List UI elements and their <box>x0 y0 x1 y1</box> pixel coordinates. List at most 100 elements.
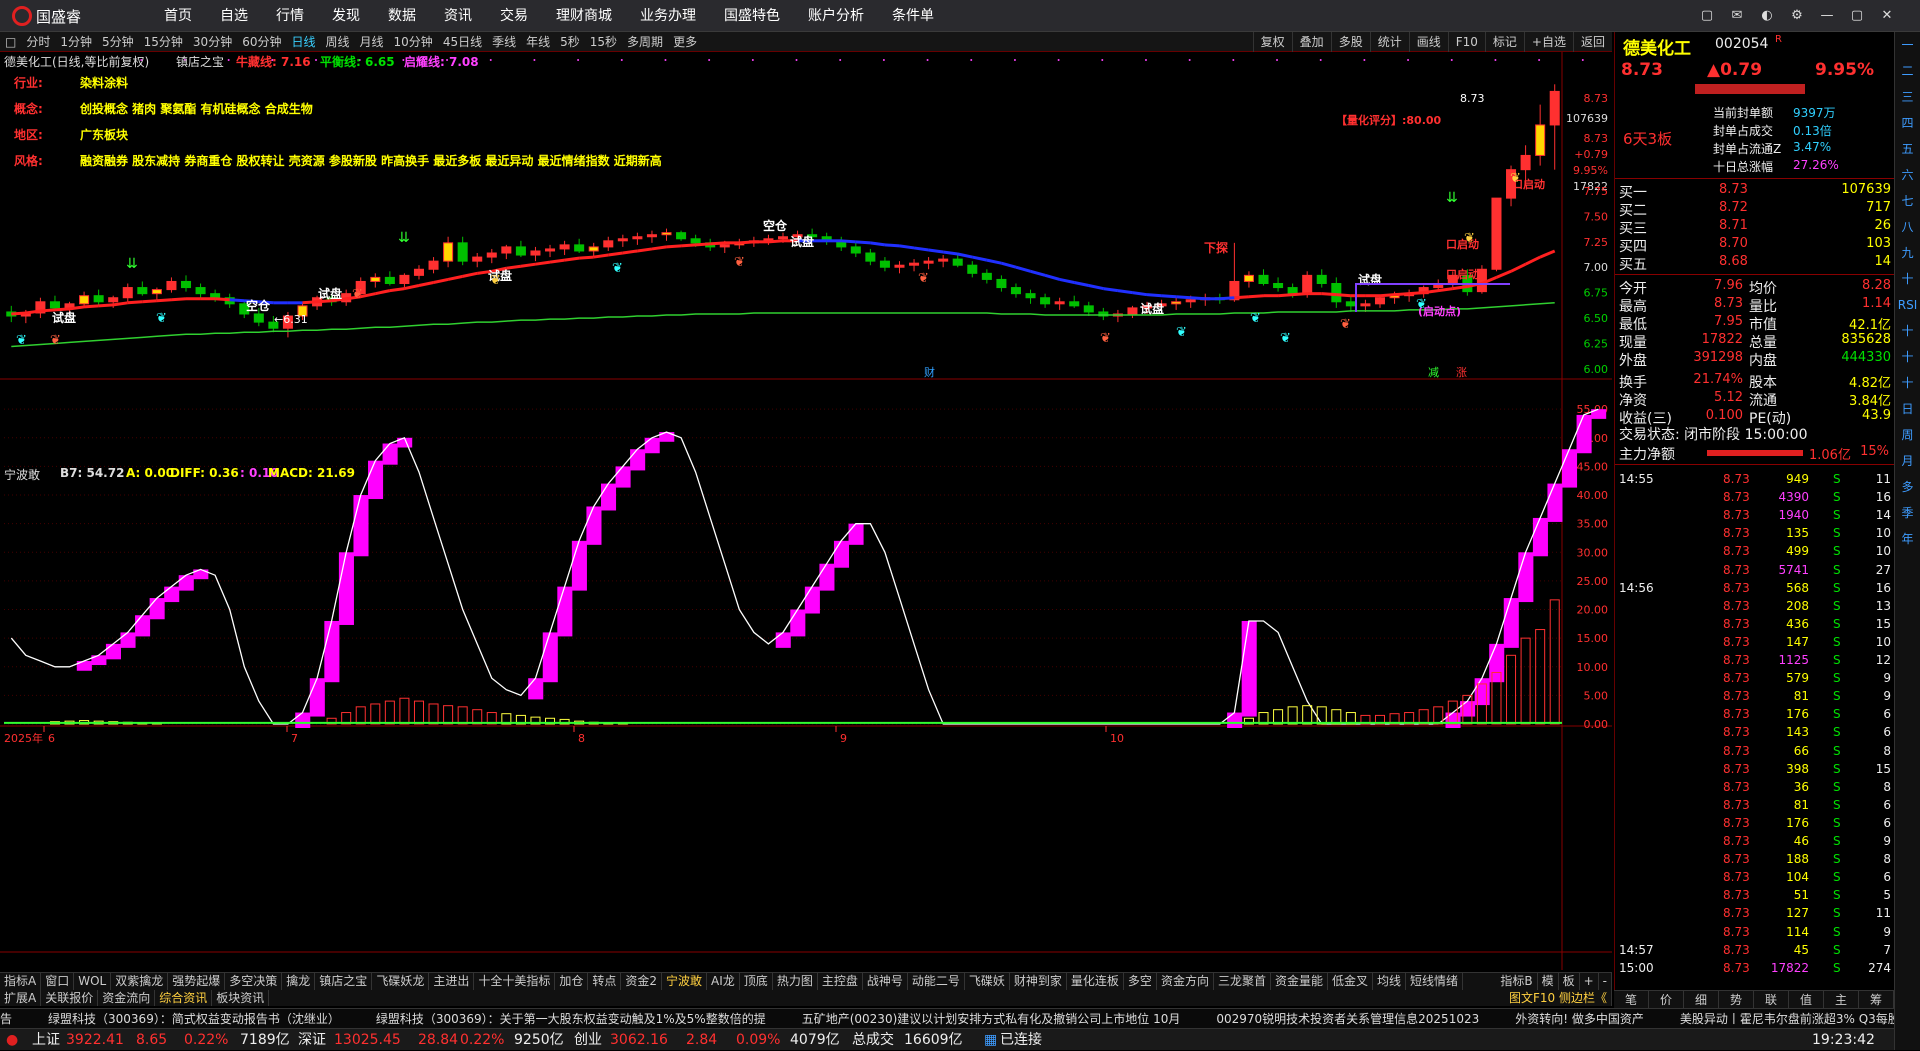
period-tab-11[interactable]: 季线 <box>487 33 521 50</box>
candle[interactable] <box>486 248 497 264</box>
mail-icon[interactable]: ✉ <box>1726 6 1748 26</box>
indicator-tab-29[interactable]: 均线 <box>1373 973 1407 990</box>
news-item[interactable]: 绿盟科技（300369）：简式权益变动报告书（沈继业） <box>48 1012 340 1026</box>
news-item[interactable]: 绿盟科技（300369）：关于第一大股东权益变动触及1%及5%整数倍的提 <box>376 1012 766 1026</box>
candle[interactable] <box>574 238 585 254</box>
indicator-tab-1[interactable]: 窗口 <box>41 973 75 990</box>
candle[interactable] <box>1025 289 1036 304</box>
indicator-tab-27[interactable]: 资金量能 <box>1271 973 1328 990</box>
indicator-tab-9[interactable]: 主进出 <box>429 973 475 990</box>
candle[interactable] <box>1069 295 1080 308</box>
candle[interactable] <box>1258 269 1269 286</box>
menu-item-5[interactable]: 资讯 <box>430 0 486 32</box>
period-tab-7[interactable]: 周线 <box>321 33 355 50</box>
indicator-tab-12[interactable]: 转点 <box>588 973 622 990</box>
lower-indicator-name[interactable]: 宁波敢 <box>4 466 40 483</box>
candle[interactable] <box>661 228 672 241</box>
chart-tool-4[interactable]: 画线 <box>1408 32 1448 52</box>
indicator-tab-20[interactable]: 动能二号 <box>908 973 965 990</box>
indicator-tab-28[interactable]: 低金叉 <box>1328 973 1373 990</box>
sidebar-icon-19[interactable]: 年 <box>1895 526 1920 552</box>
news-item[interactable]: 外资转向! 做多中国资产 <box>1515 1012 1644 1026</box>
news-item[interactable]: 五矿地产(00230)建议以计划安排方式私有化及撤销公司上市地位 10月 <box>802 1012 1181 1026</box>
candle[interactable] <box>384 271 395 286</box>
candle[interactable] <box>93 289 104 306</box>
candle[interactable] <box>472 253 483 268</box>
candle[interactable] <box>763 234 774 245</box>
menu-item-0[interactable]: 首页 <box>150 0 206 32</box>
quote-tab-6[interactable]: 主 <box>1824 991 1859 1008</box>
candle[interactable] <box>1404 289 1415 302</box>
ext-tab-4[interactable]: 板块资讯 <box>212 990 270 1006</box>
menu-item-3[interactable]: 发现 <box>318 0 374 32</box>
candle[interactable] <box>49 295 60 310</box>
candle[interactable] <box>1331 277 1342 308</box>
candle[interactable] <box>530 246 541 262</box>
candle[interactable] <box>443 236 454 268</box>
indicator-tab-4[interactable]: 强势起爆 <box>168 973 226 990</box>
candle[interactable] <box>515 240 526 258</box>
candle[interactable] <box>1171 297 1182 310</box>
indicator-tab-19[interactable]: 战神号 <box>863 973 908 990</box>
indicator-right-tab-4[interactable]: - <box>1599 973 1612 990</box>
candle[interactable] <box>996 275 1007 292</box>
indicator-tab-6[interactable]: 擒龙 <box>282 973 316 990</box>
candle[interactable] <box>370 273 381 288</box>
candle[interactable] <box>122 283 133 302</box>
quote-tab-4[interactable]: 联 <box>1754 991 1789 1008</box>
candle[interactable] <box>676 230 687 241</box>
chart-tool-8[interactable]: 返回 <box>1572 32 1612 52</box>
candle[interactable] <box>909 259 920 272</box>
indicator-tab-24[interactable]: 多空 <box>1124 973 1157 990</box>
menu-item-4[interactable]: 数据 <box>374 0 430 32</box>
news-ticker[interactable]: 告 绿盟科技（300369）：简式权益变动报告书（沈继业） 绿盟科技（300369）… <box>0 1008 1894 1028</box>
sidebar-icon-14[interactable]: 日 <box>1895 396 1920 422</box>
indicator-tab-11[interactable]: 加仓 <box>555 973 589 990</box>
candle[interactable] <box>1535 104 1546 166</box>
candle[interactable] <box>1054 297 1065 310</box>
candle[interactable] <box>151 287 162 300</box>
candle[interactable] <box>137 281 148 296</box>
indicator-tab-17[interactable]: 热力图 <box>773 973 818 990</box>
candle[interactable] <box>1083 301 1094 317</box>
period-tab-0[interactable]: 分时 <box>21 33 55 50</box>
news-item[interactable]: 美股异动丨霍尼韦尔盘前涨超3% Q3每股收 <box>1680 1012 1894 1026</box>
indicator-right-tab-1[interactable]: 模 <box>1538 973 1559 990</box>
indicator-tab-10[interactable]: 十全十美指标 <box>474 973 556 990</box>
candle[interactable] <box>1549 84 1560 170</box>
candle[interactable] <box>981 269 992 284</box>
close-icon[interactable]: ✕ <box>1876 6 1898 26</box>
period-tab-1[interactable]: 1分钟 <box>55 33 97 50</box>
expand-bar[interactable] <box>1695 84 1805 94</box>
candle[interactable] <box>166 277 177 293</box>
indicator-tab-7[interactable]: 镇店之宝 <box>315 973 373 990</box>
indicator-tab-26[interactable]: 三龙聚首 <box>1214 973 1271 990</box>
candle[interactable] <box>1273 277 1284 292</box>
sidebar-icon-7[interactable]: 八 <box>1895 214 1920 240</box>
indicator-tab-23[interactable]: 量化连板 <box>1067 973 1124 990</box>
period-tab-9[interactable]: 10分钟 <box>389 33 438 50</box>
period-tab-2[interactable]: 5分钟 <box>97 33 139 50</box>
ext-tab-2[interactable]: 资金流向 <box>98 990 156 1006</box>
candle[interactable] <box>923 257 934 270</box>
quote-tab-3[interactable]: 势 <box>1719 991 1754 1008</box>
checkbox-icon[interactable]: □ <box>0 35 21 49</box>
quote-tab-7[interactable]: 筹 <box>1859 991 1894 1008</box>
indicator-tab-21[interactable]: 飞碟妖 <box>965 973 1010 990</box>
f10-sidebar-toggle[interactable]: 图文F10 侧边栏《 <box>1505 990 1612 1006</box>
sidebar-icon-4[interactable]: 五 <box>1895 136 1920 162</box>
candle[interactable] <box>428 257 439 274</box>
candle[interactable] <box>1243 271 1254 288</box>
candle[interactable] <box>836 236 847 251</box>
minimize-icon[interactable]: — <box>1816 6 1838 26</box>
news-item[interactable]: 告 <box>0 1012 12 1026</box>
sidebar-icon-17[interactable]: 多 <box>1895 474 1920 500</box>
menu-item-10[interactable]: 账户分析 <box>794 0 878 32</box>
sidebar-icon-15[interactable]: 周 <box>1895 422 1920 448</box>
candle[interactable] <box>1491 197 1502 272</box>
candle[interactable] <box>1127 305 1138 319</box>
sidebar-icon-9[interactable]: 十 <box>1895 266 1920 292</box>
candle[interactable] <box>603 236 614 251</box>
indicator-tab-2[interactable]: WOL <box>74 973 112 990</box>
indicator-tab-0[interactable]: 指标A <box>0 973 42 990</box>
